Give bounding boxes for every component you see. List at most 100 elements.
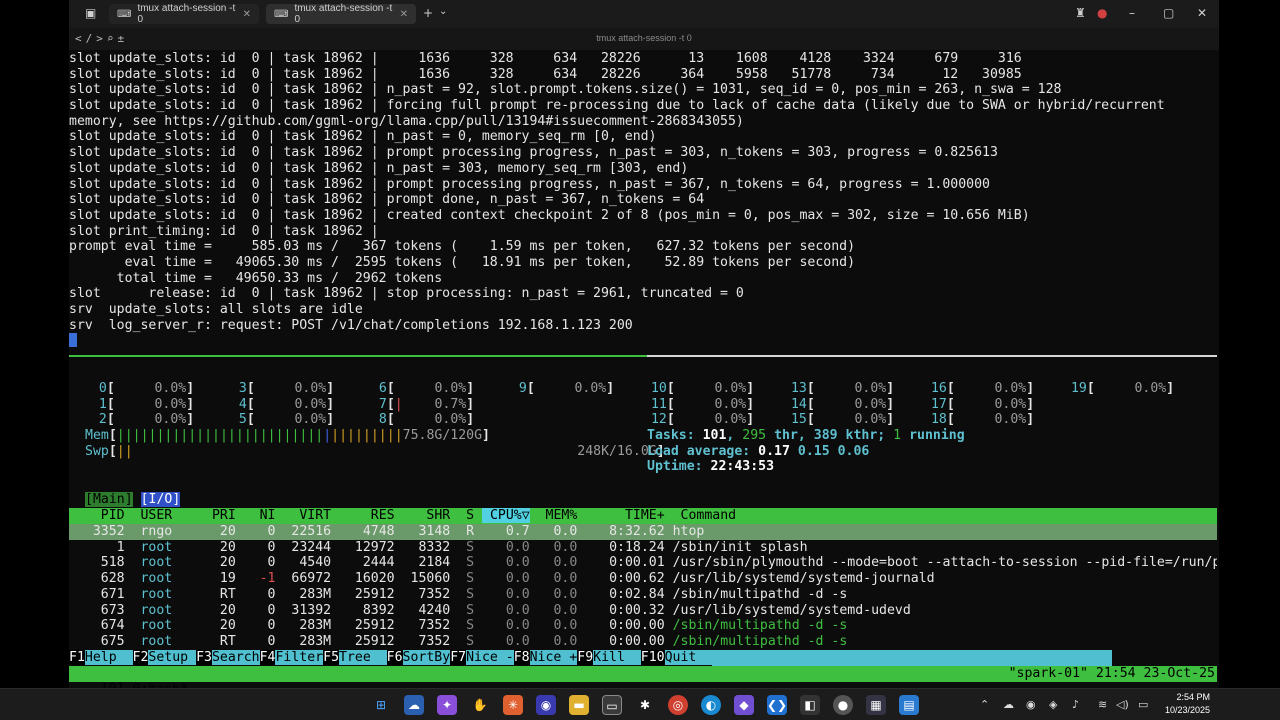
start-icon[interactable]: ⊞ <box>371 695 391 715</box>
thr-label: thr, <box>766 428 814 444</box>
fkey-label[interactable]: Quit <box>664 650 713 665</box>
column-pid[interactable]: PID <box>69 508 125 523</box>
cell-virt: 283M <box>283 633 332 649</box>
process-row[interactable]: 1 root 20 0 23244 12972 8332 S 0.0 0.0 0… <box>69 540 1217 556</box>
fkey-f1[interactable]: F1 <box>69 650 85 665</box>
pane-divider[interactable] <box>69 355 1217 357</box>
tab-io[interactable]: [I/O] <box>140 492 181 507</box>
cpu-id: 2 <box>83 412 107 428</box>
cell-shr: 3148 <box>402 524 451 539</box>
fkey-f7[interactable]: F7 <box>450 650 467 665</box>
cloud-icon[interactable]: ☁ <box>1003 698 1014 711</box>
tray-app2-icon[interactable]: ◈ <box>1049 698 1057 711</box>
folder-icon[interactable]: ▬ <box>569 695 589 715</box>
column-mem[interactable]: MEM% <box>538 508 578 523</box>
app3-icon[interactable]: ● <box>833 695 853 715</box>
wifi-icon[interactable]: ≋ <box>1098 698 1107 711</box>
edge-icon[interactable]: ◐ <box>701 695 721 715</box>
log-line: slot update_slots: id 0 | task 18962 | n… <box>69 129 657 145</box>
fkey-label[interactable]: Search <box>211 650 260 665</box>
fkey-f4[interactable]: F4 <box>259 650 276 665</box>
maximize-button[interactable]: ▢ <box>1163 6 1174 20</box>
cpu-pct: 0.0% <box>294 396 327 412</box>
fkey-label[interactable]: SortBy <box>402 650 451 665</box>
column-ni[interactable]: NI <box>244 508 276 523</box>
column-pri[interactable]: PRI <box>212 508 236 523</box>
fkey-label[interactable]: Filter <box>275 650 324 665</box>
process-row[interactable]: 518 root 20 0 4540 2444 2184 S 0.0 0.0 0… <box>69 555 1217 571</box>
cpu-pct: 0.0% <box>574 381 607 396</box>
clock[interactable]: 2:54 PM 10/23/2025 <box>1165 691 1210 717</box>
battery-icon[interactable]: ▭ <box>1138 698 1148 711</box>
column-shr[interactable]: SHR <box>403 508 450 523</box>
chrome-icon[interactable]: ◎ <box>668 695 688 715</box>
obsidian-icon[interactable]: ◆ <box>734 695 754 715</box>
close-tab-icon[interactable]: ✕ <box>400 9 408 20</box>
fkey-f3[interactable]: F3 <box>196 650 212 665</box>
column-virt[interactable]: VIRT <box>283 508 331 523</box>
process-row[interactable]: 671 root RT 0 283M 25912 7352 S 0.0 0.0 … <box>69 587 1217 603</box>
volume-icon[interactable]: ◁) <box>1116 698 1129 711</box>
cell-s: S <box>458 618 475 634</box>
cpu-id: 11 <box>643 396 667 412</box>
fkey-label[interactable]: Help <box>84 650 133 665</box>
process-table-header[interactable]: PID USER PRI NI VIRT RES SHR S CPU%▽ MEM… <box>69 508 1217 524</box>
process-row[interactable]: 673 root 20 0 31392 8392 4240 S 0.0 0.0 … <box>69 603 1217 619</box>
fkey-label[interactable]: Setup <box>148 650 197 665</box>
column-user[interactable]: USER <box>133 508 212 523</box>
widgets-icon[interactable]: ☁ <box>404 695 424 715</box>
fkey-f5[interactable]: F5 <box>323 650 340 665</box>
fkey-f2[interactable]: F2 <box>132 650 149 665</box>
app-icon[interactable]: ✳ <box>503 695 523 715</box>
fkey-f6[interactable]: F6 <box>386 650 403 665</box>
close-tab-icon[interactable]: ✕ <box>243 9 251 20</box>
cell-command: /sbin/multipathd -d -s <box>664 633 848 649</box>
hand-icon[interactable]: ✋ <box>470 695 490 715</box>
cell-pid: 518 <box>69 555 125 571</box>
cell-mem: 0.0 <box>537 539 578 555</box>
tray-app-icon[interactable]: ◉ <box>1026 698 1036 711</box>
app4-icon[interactable]: ▦ <box>866 695 886 715</box>
column-cpu[interactable]: CPU%▽ <box>482 508 530 523</box>
terminal-app-icon[interactable]: ▭ <box>602 695 622 715</box>
cell-command: /sbin/multipathd -d -s <box>664 586 848 602</box>
slack-icon[interactable]: ✱ <box>635 695 655 715</box>
column-time[interactable]: TIME+ <box>585 508 665 523</box>
tab-main[interactable]: [Main] <box>85 492 133 507</box>
process-row[interactable]: 675 root RT 0 283M 25912 7352 S 0.0 0.0 … <box>69 634 1217 650</box>
fkey-f8[interactable]: F8 <box>513 650 530 665</box>
sidebar-toggle-icon[interactable]: ▣ <box>85 6 96 20</box>
process-row[interactable]: 3352 rngo 20 0 22516 4748 3148 R 0.7 0.0… <box>69 524 1217 540</box>
fkey-label[interactable]: Kill <box>593 650 641 665</box>
tab-2[interactable]: ⌨ tmux attach-session -t 0 ✕ <box>266 3 416 25</box>
cell-pid: 674 <box>69 618 125 634</box>
fkey-label[interactable]: Tree <box>339 650 387 665</box>
new-tab-icon[interactable]: + <box>423 6 433 20</box>
profile-icon[interactable]: ♜ <box>1075 6 1086 20</box>
chevron-down-icon[interactable]: ⌄ <box>439 6 447 17</box>
process-row[interactable]: 628 root 19 -1 66972 16020 15060 S 0.0 0… <box>69 571 1217 587</box>
vscode-icon[interactable]: ❮❯ <box>767 695 787 715</box>
microphone-icon[interactable]: ♪ <box>1072 698 1079 711</box>
column-res[interactable]: RES <box>339 508 395 523</box>
notepad-icon[interactable]: ▤ <box>899 695 919 715</box>
app2-icon[interactable]: ◧ <box>800 695 820 715</box>
minimize-button[interactable]: – <box>1129 6 1135 20</box>
cpu-id: 14 <box>783 396 807 412</box>
chevron-up-icon[interactable]: ⌃ <box>980 698 989 711</box>
column-s[interactable]: S <box>458 508 474 523</box>
cell-pid: 628 <box>69 571 125 587</box>
cpu-meter-17: 17[ 0.0%] <box>923 397 1034 412</box>
column-command[interactable]: Command <box>673 508 737 523</box>
notification-icon[interactable]: ● <box>1097 6 1107 20</box>
fkey-f9[interactable]: F9 <box>577 650 594 665</box>
fkey-label[interactable]: Nice - <box>466 650 514 665</box>
cpu-meter-4: 4[ 0.0%] <box>223 397 334 412</box>
fkey-label[interactable]: Nice + <box>529 650 578 665</box>
copilot-icon[interactable]: ✦ <box>437 695 457 715</box>
proton-icon[interactable]: ◉ <box>536 695 556 715</box>
process-row[interactable]: 674 root 20 0 283M 25912 7352 S 0.0 0.0 … <box>69 618 1217 634</box>
tab-1[interactable]: ⌨ tmux attach-session -t 0 ✕ <box>109 3 259 25</box>
close-button[interactable]: ✕ <box>1197 6 1207 20</box>
fkey-f10[interactable]: F10 <box>640 650 665 665</box>
